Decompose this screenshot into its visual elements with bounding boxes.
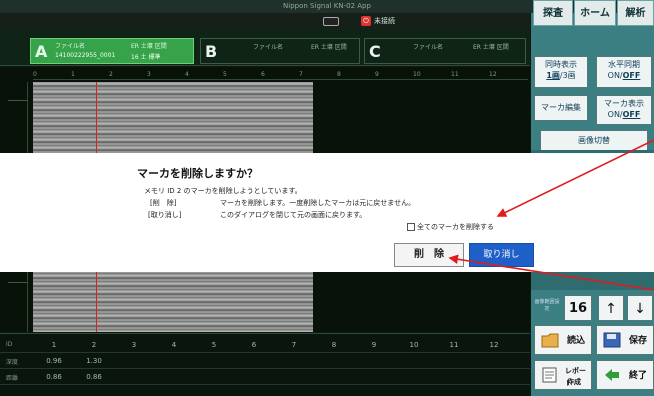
simultaneous-display-button[interactable]: 同時表示 1画/3画 (534, 56, 588, 88)
table-cell: 1.30 (86, 357, 102, 365)
simultaneous-display-alt: /3画 (559, 71, 576, 80)
channel-a-file-label: ファイル名 (55, 43, 86, 50)
horizontal-sync-label: 水平同期 (608, 60, 640, 69)
table-cell: 0.86 (46, 373, 62, 381)
folder-icon (541, 333, 559, 348)
range-setting-label: 画像範囲設定 (534, 299, 560, 312)
table-cell: 9 (371, 341, 377, 349)
channel-c-columns: ER 土壌 区間 (473, 44, 509, 51)
channel-b-columns: ER 土壌 区間 (311, 44, 347, 51)
row-label-distance: 距離 (6, 375, 19, 382)
top-toolbar: ⏻ 未接続 (0, 13, 530, 30)
table-cell: 10 (409, 341, 419, 349)
table-cell: 0.96 (46, 357, 62, 365)
horizontal-sync-button[interactable]: 水平同期 ON/OFF (596, 56, 652, 88)
load-button[interactable]: 読込 (534, 325, 592, 355)
floppy-icon (603, 332, 621, 348)
scale-tick: 9 (375, 71, 379, 78)
table-cell: 11 (449, 341, 459, 349)
dialog-title: マーカを削除しますか？ (137, 167, 258, 180)
channel-c-panel[interactable]: C ファイル名 ER 土壌 区間 (364, 38, 526, 64)
scale-tick: 2 (109, 71, 113, 78)
tab-explore[interactable]: 探査 (533, 0, 573, 26)
delete-all-label[interactable]: 全てのマーカを削除する (417, 222, 494, 232)
exit-button[interactable]: 終了 (596, 360, 654, 390)
save-button[interactable]: 保存 (596, 325, 654, 355)
channel-a-panel[interactable]: A ファイル名 14100222955_0001 ER 土壌 区間 16 土 標… (30, 38, 194, 64)
channel-b-letter: B (205, 42, 218, 61)
row-label-id: ID (6, 341, 13, 348)
table-cell: 5 (211, 341, 217, 349)
channel-a-file-value: 14100222955_0001 (55, 52, 116, 59)
scale-tick: 5 (223, 71, 227, 78)
channel-b-panel[interactable]: B ファイル名 ER 土壌 区間 (200, 38, 360, 64)
table-cell: 6 (251, 341, 257, 349)
table-cell: 0.86 (86, 373, 102, 381)
marker-display-on: ON/ (607, 110, 623, 119)
scale-tick: 10 (413, 71, 421, 78)
channel-c-letter: C (369, 42, 381, 61)
down-arrow-button[interactable]: ↓ (627, 295, 653, 321)
table-row: ID 1 2 3 4 5 6 7 8 9 10 11 12 (0, 338, 530, 353)
simultaneous-display-value: 1画 (546, 71, 560, 80)
table-cell: 12 (489, 341, 499, 349)
scale-tick: 12 (489, 71, 497, 78)
dialog-delete-key: [削 除] (150, 199, 177, 207)
exit-arrow-icon (605, 369, 619, 381)
scale-tick: 4 (185, 71, 189, 78)
channel-a-columns: ER 土壌 区間 (131, 43, 167, 50)
simultaneous-display-label: 同時表示 (545, 60, 577, 69)
channel-b-file-label: ファイル名 (253, 44, 284, 51)
load-label: 読込 (567, 336, 586, 346)
scale-tick: 6 (261, 71, 265, 78)
marker-display-label: マーカ表示 (604, 99, 644, 108)
delete-button[interactable]: 削 除 (394, 243, 464, 267)
horizontal-sync-off: OFF (622, 71, 641, 80)
connection-status: 未接続 (374, 17, 395, 25)
scale-tick: 1 (71, 71, 75, 78)
row-label-depth: 深度 (6, 359, 19, 366)
table-row: 距離 0.86 0.86 (0, 370, 530, 385)
report-label-bottom: 作成 (567, 378, 581, 386)
save-label: 保存 (629, 336, 648, 346)
power-icon[interactable]: ⏻ (361, 16, 371, 26)
distance-scale: 0 1 2 3 4 5 6 7 8 9 10 11 12 (33, 70, 528, 80)
table-cell: 7 (291, 341, 297, 349)
dialog-cancel-desc: このダイアログを閉じて元の画面に戻ります。 (220, 211, 367, 219)
scale-tick: 8 (337, 71, 341, 78)
channel-a-letter: A (35, 42, 48, 61)
table-row: 深度 0.96 1.30 (0, 354, 530, 369)
marker-display-button[interactable]: マーカ表示 ON/OFF (596, 95, 652, 125)
marker-display-off: OFF (622, 110, 641, 119)
channel-a-values: 16 土 標準 (131, 54, 161, 61)
scale-tick: 11 (451, 71, 459, 78)
dialog-delete-desc: マーカを削除します。一度削除したマーカは元に戻せません。 (220, 199, 416, 207)
report-icon (542, 367, 557, 383)
up-arrow-button[interactable]: ↑ (598, 295, 624, 321)
tab-home[interactable]: ホーム (574, 0, 616, 26)
horizontal-sync-on: ON/ (607, 71, 623, 80)
range-value[interactable]: 16 (564, 295, 592, 321)
cancel-button[interactable]: 取り消し (469, 243, 534, 267)
table-cell: 3 (131, 341, 137, 349)
table-cell: 8 (331, 341, 337, 349)
delete-all-checkbox[interactable] (407, 223, 415, 231)
channel-c-file-label: ファイル名 (413, 44, 444, 51)
table-cell: 1 (51, 341, 57, 349)
scale-tick: 0 (33, 71, 37, 78)
exit-label: 終了 (629, 371, 648, 381)
scale-tick: 3 (147, 71, 151, 78)
report-button[interactable]: レポート 作成 (534, 360, 592, 390)
table-cell: 4 (171, 341, 177, 349)
toggle-switch[interactable] (323, 17, 339, 26)
marker-edit-button[interactable]: マーカ編集 (534, 95, 588, 121)
marker-table: ID 1 2 3 4 5 6 7 8 9 10 11 12 深度 0.96 1.30 距離 0.86 0.… (0, 333, 530, 396)
table-cell: 2 (91, 341, 97, 349)
scale-tick: 7 (299, 71, 303, 78)
dialog-message: メモリ ID 2 のマーカを削除しようとしています。 (144, 187, 302, 195)
tab-analysis[interactable]: 解析 (617, 0, 654, 26)
image-switch-button[interactable]: 画像切替 (540, 130, 648, 152)
dialog-cancel-key: [取り消し] (148, 211, 182, 219)
